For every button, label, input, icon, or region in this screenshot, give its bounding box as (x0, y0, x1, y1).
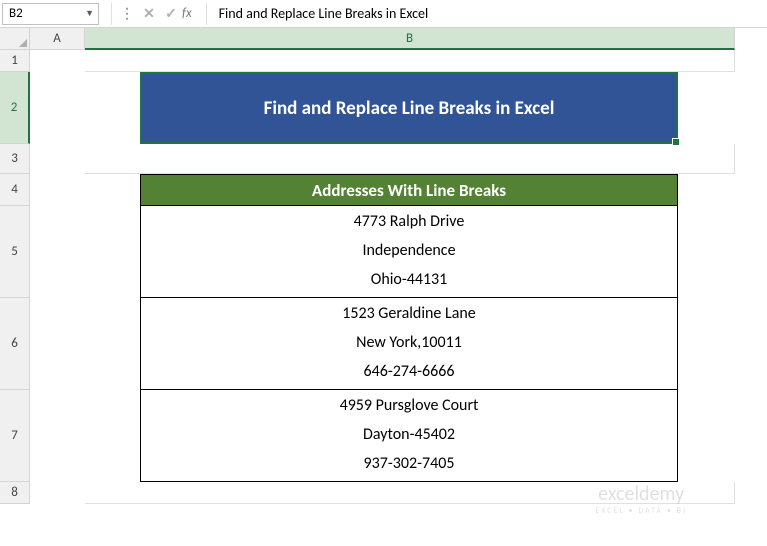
cell[interactable] (30, 298, 85, 390)
cell-line: 937-302-7405 (364, 450, 455, 479)
cell-line: New York,10011 (356, 329, 462, 358)
fx-icon[interactable]: fx (182, 6, 192, 21)
row-header[interactable]: 2 (0, 72, 30, 144)
title-cell[interactable]: Find and Replace Line Breaks in Excel (140, 72, 678, 144)
divider (206, 3, 207, 25)
dots-icon: ⋮ (120, 5, 138, 22)
cell[interactable] (85, 482, 735, 504)
cell[interactable] (30, 50, 85, 72)
table-row[interactable]: 1523 Geraldine Lane New York,10011 646-2… (140, 298, 678, 390)
row-header[interactable]: 3 (0, 144, 30, 174)
cell-line: Ohio-44131 (371, 266, 448, 295)
watermark-sub: EXCEL • DATA • BI (595, 506, 687, 516)
select-all-corner[interactable] (0, 28, 30, 50)
name-box[interactable]: B2 ▼ (2, 3, 99, 25)
cell[interactable] (30, 390, 85, 482)
table-row[interactable]: 4773 Ralph Drive Independence Ohio-44131 (140, 206, 678, 298)
header-text: Addresses With Line Breaks (312, 180, 506, 201)
formula-input[interactable] (215, 3, 767, 25)
row-header[interactable]: 6 (0, 298, 30, 390)
cell[interactable] (85, 144, 735, 174)
cell[interactable] (30, 206, 85, 298)
row-header[interactable]: 7 (0, 390, 30, 482)
table-row[interactable]: 4959 Pursglove Court Dayton-45402 937-30… (140, 390, 678, 482)
cell-line: 646-274-6666 (364, 358, 455, 387)
cell-line: Independence (362, 237, 455, 266)
column-header-b[interactable]: B (85, 28, 735, 50)
table-header-cell[interactable]: Addresses With Line Breaks (140, 174, 678, 206)
spreadsheet-grid: A B 1 2 3 4 5 6 7 8 Find and Replace Lin… (0, 28, 767, 504)
formula-bar: B2 ▼ ⋮ ✕ ✓ fx (0, 0, 767, 28)
cell-line: Dayton-45402 (363, 421, 455, 450)
title-text: Find and Replace Line Breaks in Excel (264, 97, 555, 120)
cell[interactable] (85, 50, 735, 72)
cell[interactable] (30, 482, 85, 504)
chevron-down-icon[interactable]: ▼ (85, 8, 94, 19)
row-header[interactable]: 8 (0, 482, 30, 504)
enter-icon[interactable]: ✓ (160, 3, 182, 25)
name-box-value: B2 (9, 6, 23, 21)
row-header[interactable]: 1 (0, 50, 30, 72)
cell-line: 4773 Ralph Drive (354, 208, 465, 237)
cell-line: 4959 Pursglove Court (340, 392, 479, 421)
cell-line: 1523 Geraldine Lane (342, 300, 476, 329)
cell[interactable] (30, 174, 85, 206)
column-header-a[interactable]: A (30, 28, 85, 50)
row-header[interactable]: 4 (0, 174, 30, 206)
cell[interactable] (30, 72, 85, 144)
cell[interactable] (30, 144, 85, 174)
row-header[interactable]: 5 (0, 206, 30, 298)
divider (111, 3, 112, 25)
cancel-icon[interactable]: ✕ (138, 3, 160, 25)
